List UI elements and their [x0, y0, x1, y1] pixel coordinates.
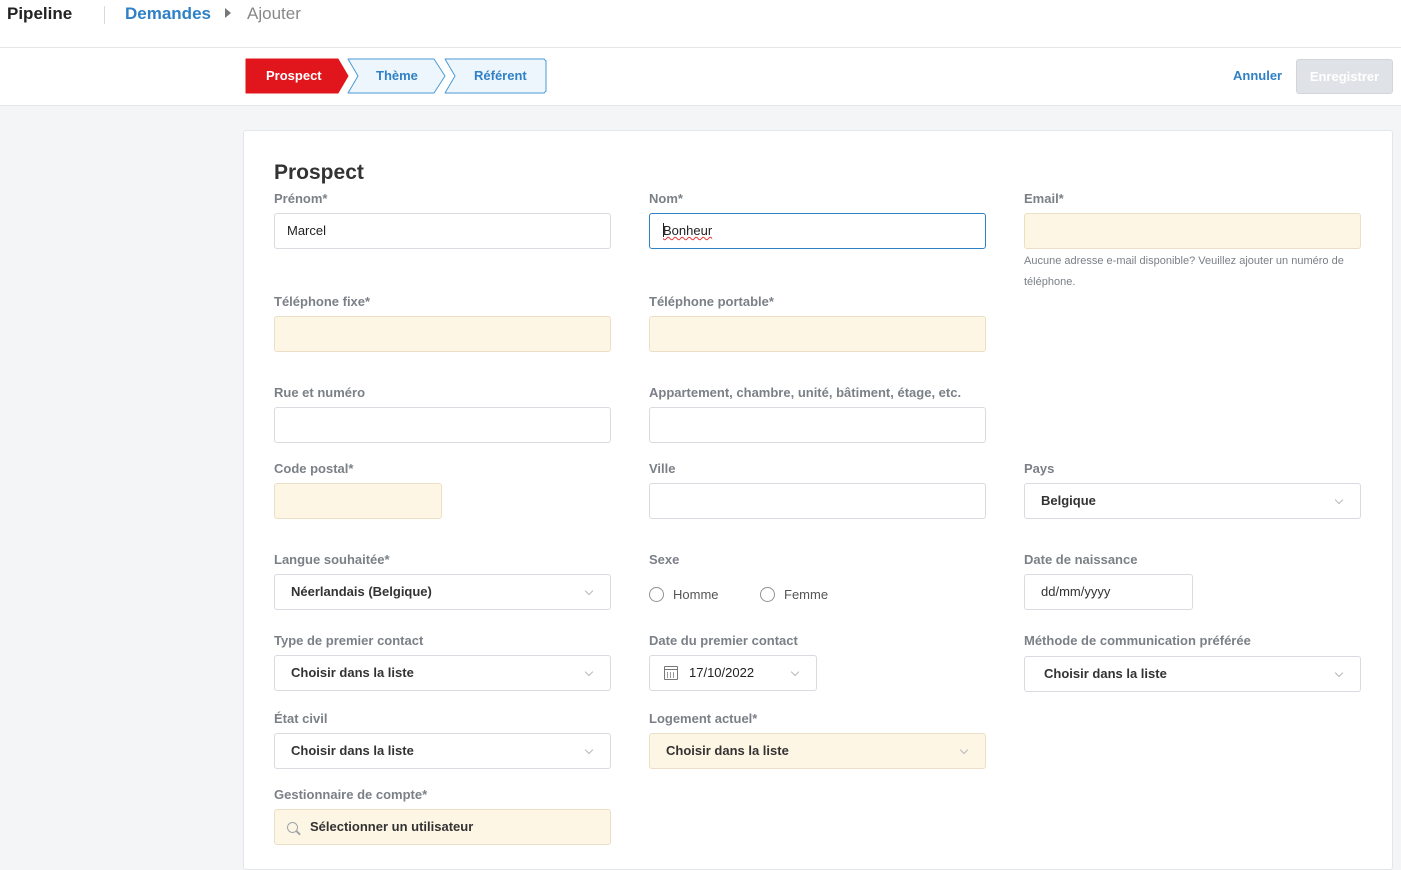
breadcrumb-arrow-icon [225, 8, 231, 18]
logement-label: Logement actuel* [649, 711, 758, 726]
step-bar [0, 48, 1401, 106]
date-naissance-label: Date de naissance [1024, 552, 1138, 567]
date-contact-input[interactable]: 17/10/2022 [649, 655, 817, 691]
chevron-down-icon [959, 745, 969, 755]
cancel-button[interactable]: Annuler [1233, 68, 1282, 83]
code-postal-input[interactable] [274, 483, 442, 519]
divider [104, 6, 105, 24]
chevron-down-icon [1334, 495, 1344, 505]
nom-value: Bonheur [663, 223, 713, 238]
rue-label: Rue et numéro [274, 385, 366, 400]
logement-value: Choisir dans la liste [666, 743, 789, 758]
ville-input[interactable] [649, 483, 986, 519]
chevron-down-icon [790, 667, 800, 677]
prenom-input[interactable]: Marcel [274, 213, 611, 249]
email-input[interactable] [1024, 213, 1361, 249]
rue-input[interactable] [274, 407, 611, 443]
radio-femme[interactable] [760, 587, 775, 602]
radio-homme[interactable] [649, 587, 664, 602]
sexe-label: Sexe [649, 552, 680, 567]
ville-label: Ville [649, 461, 676, 476]
nom-input[interactable]: Bonheur [649, 213, 986, 249]
save-button[interactable]: Enregistrer [1296, 59, 1393, 94]
radio-homme-label[interactable]: Homme [673, 587, 719, 602]
prenom-label: Prénom* [274, 191, 328, 206]
step-prospect-label[interactable]: Prospect [266, 68, 322, 84]
gestionnaire-placeholder: Sélectionner un utilisateur [310, 819, 474, 834]
prenom-value: Marcel [287, 223, 327, 238]
gestionnaire-label: Gestionnaire de compte* [274, 787, 428, 802]
date-contact-label: Date du premier contact [649, 633, 798, 648]
methode-value: Choisir dans la liste [1044, 666, 1167, 681]
radio-femme-label[interactable]: Femme [784, 587, 828, 602]
chevron-down-icon [584, 667, 594, 677]
telephone-fixe-input[interactable] [274, 316, 611, 352]
langue-select[interactable]: Néerlandais (Belgique) [274, 574, 611, 610]
logement-select[interactable]: Choisir dans la liste [649, 733, 986, 769]
telephone-portable-input[interactable] [649, 316, 986, 352]
appartement-input[interactable] [649, 407, 986, 443]
appartement-label: Appartement, chambre, unité, bâtiment, é… [649, 385, 962, 400]
type-contact-label: Type de premier contact [274, 633, 424, 648]
type-contact-select[interactable]: Choisir dans la liste [274, 655, 611, 691]
gestionnaire-select[interactable]: Sélectionner un utilisateur [274, 809, 611, 845]
etat-civil-select[interactable]: Choisir dans la liste [274, 733, 611, 769]
step-referent-label[interactable]: Référent [474, 68, 527, 84]
etat-civil-label: État civil [274, 711, 328, 726]
methode-select[interactable]: Choisir dans la liste [1024, 656, 1361, 692]
date-contact-value: 17/10/2022 [689, 665, 755, 680]
search-icon [287, 822, 298, 833]
code-postal-label: Code postal* [274, 461, 354, 476]
etat-civil-value: Choisir dans la liste [291, 743, 414, 758]
telephone-fixe-label: Téléphone fixe* [274, 294, 371, 309]
app-name[interactable]: Pipeline [7, 4, 72, 24]
langue-label: Langue souhaitée* [274, 552, 390, 567]
email-label: Email* [1024, 191, 1064, 206]
step-theme-label[interactable]: Thème [376, 68, 418, 84]
methode-label: Méthode de communication préférée [1024, 633, 1251, 648]
calendar-icon [664, 666, 678, 680]
pays-label: Pays [1024, 461, 1055, 476]
breadcrumb-demandes[interactable]: Demandes [125, 4, 211, 24]
pays-select[interactable]: Belgique [1024, 483, 1361, 519]
section-title: Prospect [274, 161, 364, 184]
telephone-portable-label: Téléphone portable* [649, 294, 774, 309]
date-naissance-placeholder: dd/mm/yyyy [1041, 584, 1111, 599]
nom-label: Nom* [649, 191, 683, 206]
chevron-down-icon [584, 745, 594, 755]
type-contact-value: Choisir dans la liste [291, 665, 414, 680]
top-bar: Pipeline Demandes Ajouter [0, 0, 1401, 48]
email-hint: Aucune adresse e-mail disponible? Veuill… [1024, 255, 1344, 288]
breadcrumb-current: Ajouter [247, 4, 301, 23]
langue-value: Néerlandais (Belgique) [291, 584, 432, 599]
chevron-down-icon [1334, 668, 1344, 678]
chevron-down-icon [584, 586, 594, 596]
pays-value: Belgique [1041, 493, 1096, 508]
date-naissance-input[interactable]: dd/mm/yyyy [1024, 574, 1193, 610]
